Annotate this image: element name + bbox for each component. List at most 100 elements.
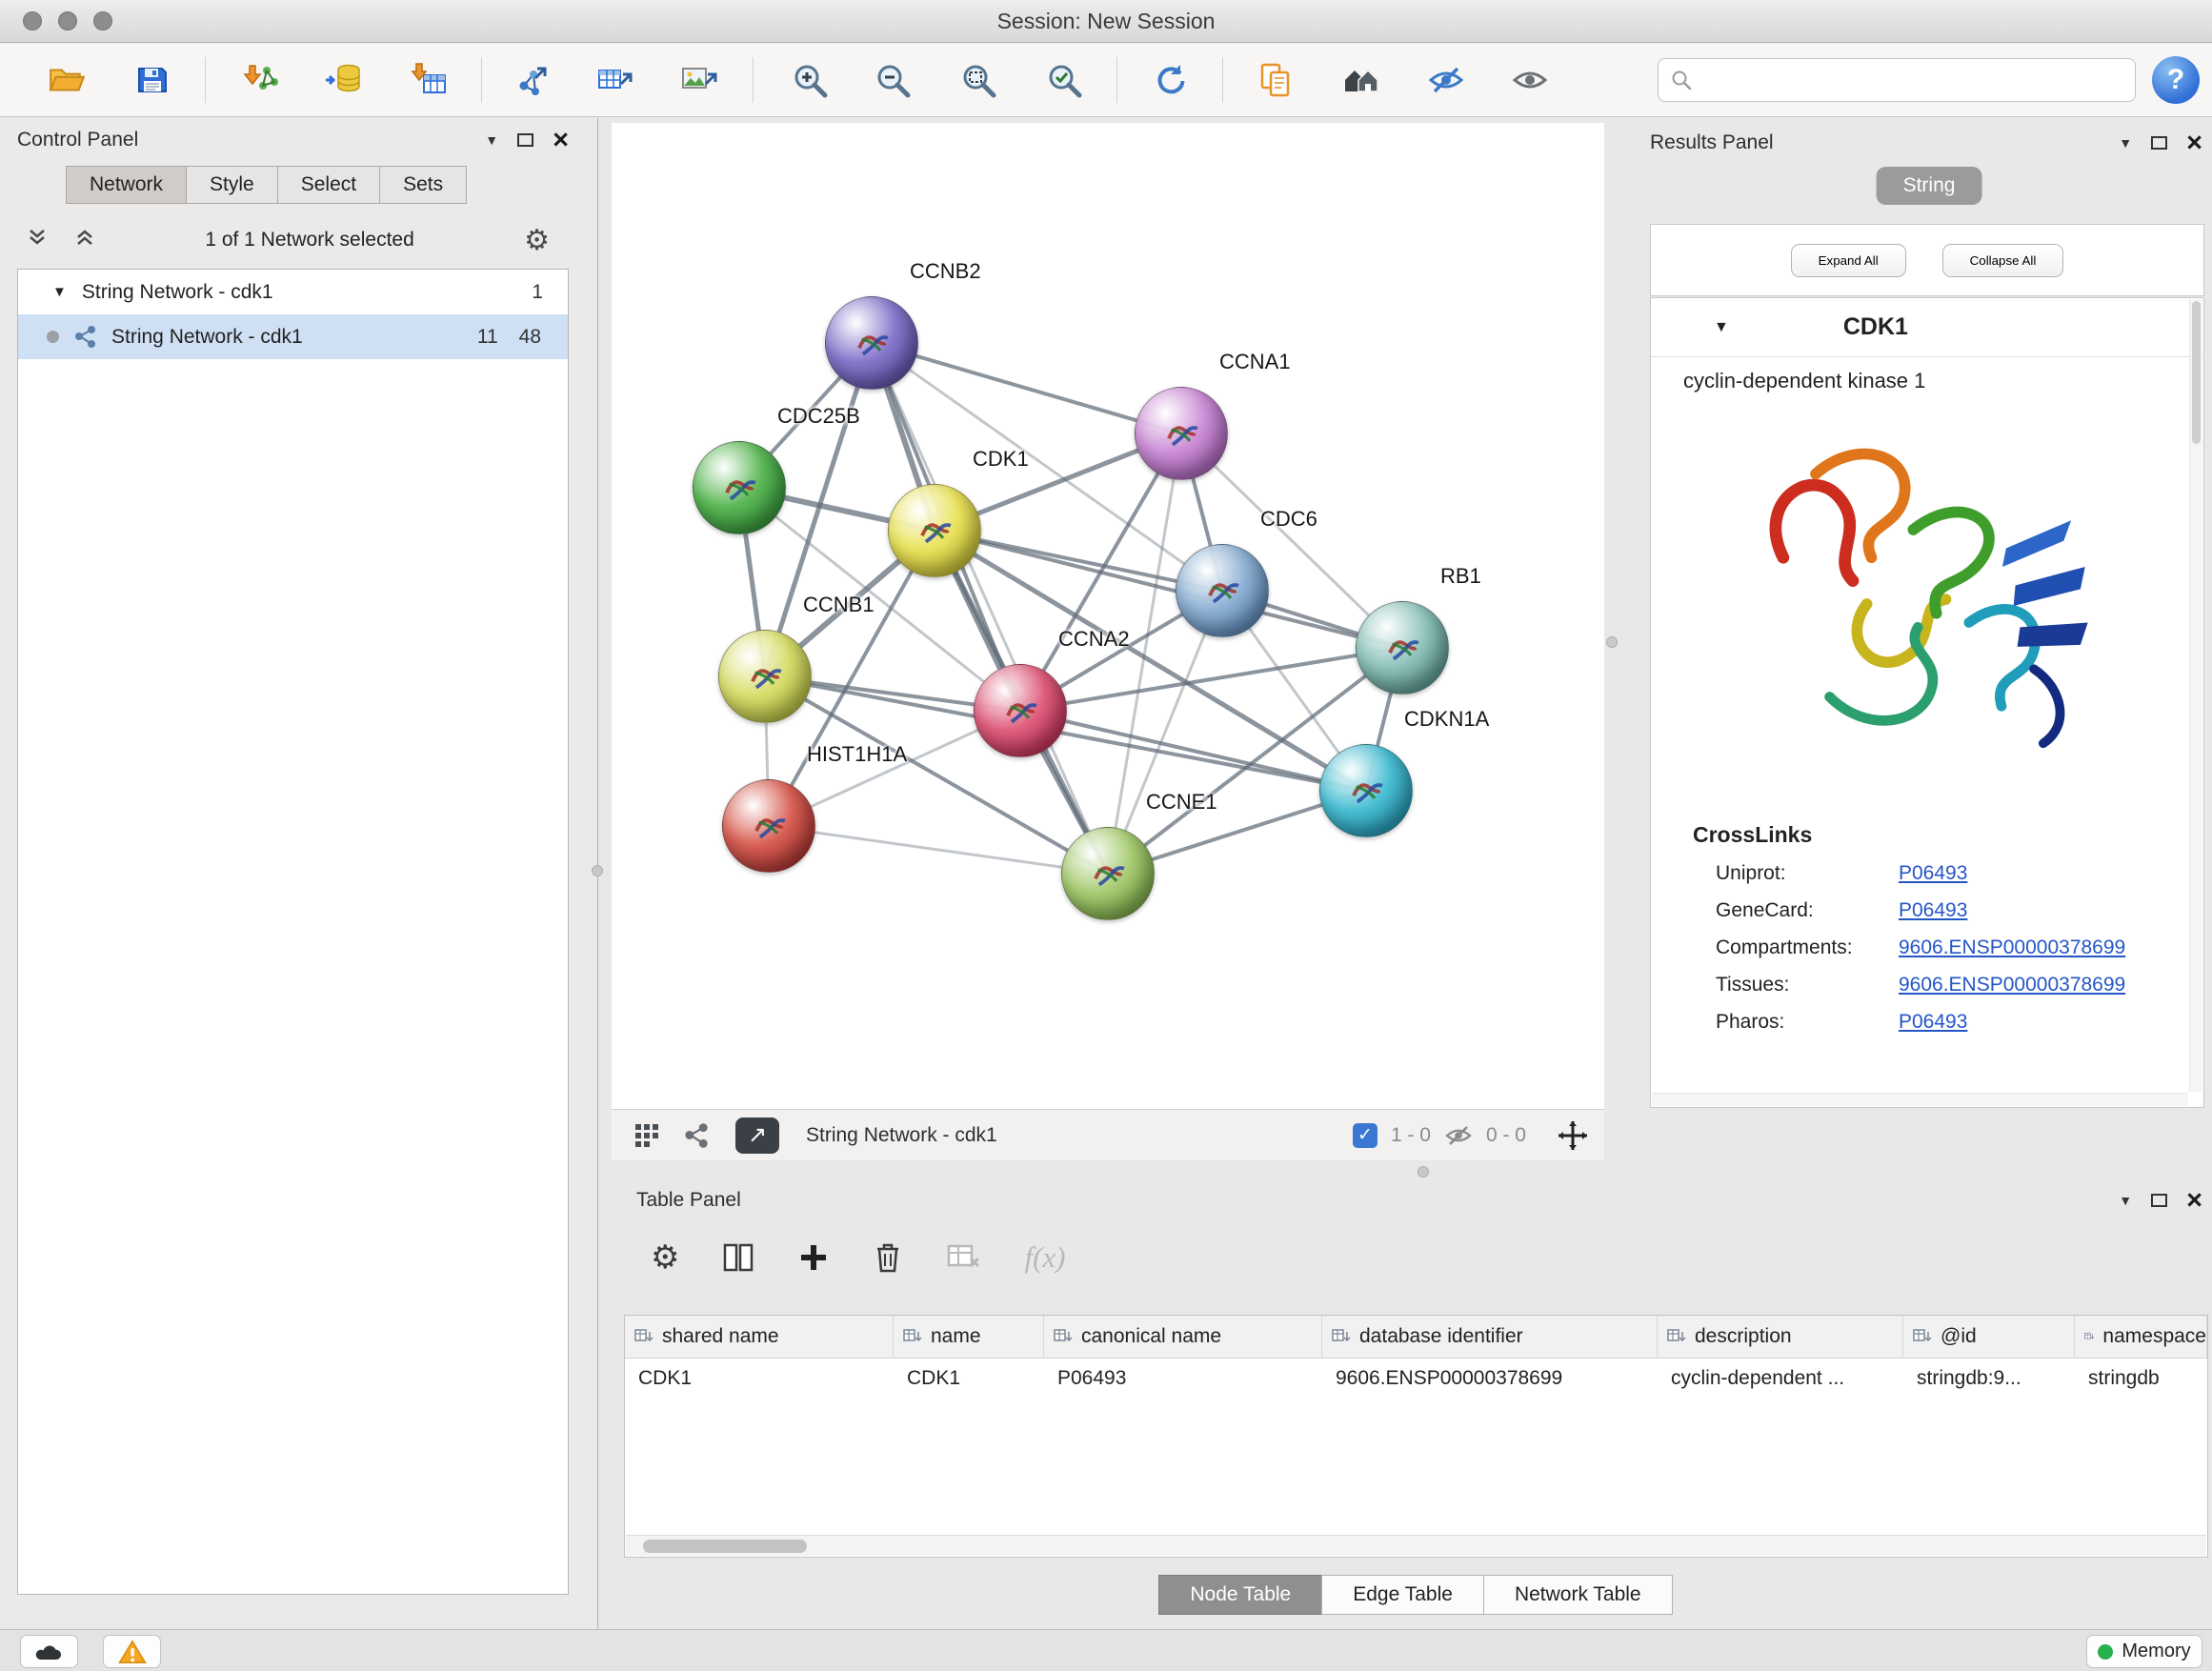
- node-count: 11: [477, 326, 498, 349]
- crosslink-genecard[interactable]: P06493: [1899, 899, 1967, 922]
- collapse-all-button[interactable]: Collapse All: [1942, 244, 2064, 277]
- panel-float-icon[interactable]: [517, 133, 533, 147]
- crosslink-tissues[interactable]: 9606.ENSP00000378699: [1899, 974, 2125, 997]
- show-columns-icon[interactable]: [721, 1240, 755, 1275]
- network-node-CCNB2[interactable]: [825, 296, 918, 390]
- panel-close-icon[interactable]: ×: [2186, 133, 2202, 152]
- network-node-HIST1H1A[interactable]: [722, 779, 815, 873]
- network-node-CDKN1A[interactable]: [1319, 744, 1413, 837]
- import-network-file-button[interactable]: [235, 54, 287, 106]
- network-node-CDC6[interactable]: [1176, 544, 1269, 637]
- network-collection-row[interactable]: ▼ String Network - cdk1 1: [18, 270, 568, 314]
- cell-description[interactable]: cyclin-dependent ...: [1658, 1359, 1903, 1399]
- zoom-fit-button[interactable]: [953, 54, 1004, 106]
- cell-canonical-name[interactable]: P06493: [1044, 1359, 1322, 1399]
- column-header-description[interactable]: description: [1658, 1316, 1903, 1358]
- hidden-eye-slash-icon[interactable]: [1444, 1124, 1473, 1147]
- network-overview-icon[interactable]: [682, 1121, 711, 1150]
- tab-string[interactable]: String: [1877, 167, 1982, 205]
- collapse-all-icon[interactable]: [27, 227, 48, 253]
- show-all-button[interactable]: [1504, 54, 1556, 106]
- tab-edge-table[interactable]: Edge Table: [1321, 1575, 1484, 1615]
- panel-menu-icon[interactable]: ▼: [2119, 135, 2132, 151]
- network-options-gear-icon[interactable]: ⚙: [524, 224, 550, 257]
- network-node-RB1[interactable]: [1356, 601, 1449, 695]
- tab-network[interactable]: Network: [66, 166, 187, 204]
- protein-expander-icon[interactable]: ▼: [1714, 319, 1729, 336]
- home-button[interactable]: [1336, 54, 1387, 106]
- zoom-in-button[interactable]: [784, 54, 835, 106]
- vertical-splitter-grip[interactable]: [1606, 636, 1618, 648]
- import-table-button[interactable]: [403, 54, 454, 106]
- network-node-CCNA1[interactable]: [1135, 387, 1228, 480]
- cell-id[interactable]: stringdb:9...: [1903, 1359, 2075, 1399]
- tab-sets[interactable]: Sets: [379, 166, 467, 204]
- panel-menu-icon[interactable]: ▼: [485, 132, 498, 148]
- network-row-selected[interactable]: String Network - cdk1 11 48: [18, 314, 568, 359]
- open-in-window-button[interactable]: ↗: [735, 1117, 779, 1154]
- panel-menu-icon[interactable]: ▼: [2119, 1193, 2132, 1208]
- column-sort-icon: [1667, 1328, 1686, 1345]
- horizontal-splitter-grip[interactable]: [1418, 1166, 1429, 1178]
- open-session-button[interactable]: [41, 54, 92, 106]
- export-table-button[interactable]: [589, 54, 640, 106]
- copy-button[interactable]: [1250, 54, 1301, 106]
- panel-close-icon[interactable]: ×: [2186, 1191, 2202, 1210]
- import-network-database-button[interactable]: [317, 54, 369, 106]
- zoom-selected-button[interactable]: [1038, 54, 1090, 106]
- panel-float-icon[interactable]: [2151, 136, 2167, 150]
- grid-icon[interactable]: [633, 1121, 661, 1150]
- column-header-id[interactable]: @id: [1903, 1316, 2075, 1358]
- vertical-splitter-grip[interactable]: [592, 865, 603, 876]
- column-header-name[interactable]: name: [894, 1316, 1044, 1358]
- crosslink-pharos[interactable]: P06493: [1899, 1011, 1967, 1034]
- network-node-CDK1[interactable]: [888, 484, 981, 577]
- column-header-shared-name[interactable]: shared name: [625, 1316, 894, 1358]
- zoom-out-button[interactable]: [867, 54, 918, 106]
- network-node-CDC25B[interactable]: [693, 441, 786, 534]
- expand-all-button[interactable]: Expand All: [1791, 244, 1906, 277]
- table-horizontal-scrollbar[interactable]: [626, 1535, 2206, 1556]
- selected-checkbox-icon[interactable]: ✓: [1353, 1123, 1377, 1148]
- tab-node-table[interactable]: Node Table: [1158, 1575, 1322, 1615]
- collection-expander-icon[interactable]: ▼: [52, 284, 67, 300]
- table-options-gear-icon[interactable]: ⚙: [651, 1238, 679, 1277]
- network-node-CCNA2[interactable]: [974, 664, 1067, 757]
- cell-database-identifier[interactable]: 9606.ENSP00000378699: [1322, 1359, 1658, 1399]
- network-node-CCNE1[interactable]: [1061, 827, 1155, 920]
- column-header-namespace[interactable]: namespace: [2075, 1316, 2207, 1358]
- warnings-button[interactable]: [103, 1635, 161, 1668]
- crosslink-uniprot[interactable]: P06493: [1899, 862, 1967, 885]
- panel-close-icon[interactable]: ×: [553, 131, 569, 150]
- tab-select[interactable]: Select: [277, 166, 380, 204]
- column-header-database-identifier[interactable]: database identifier: [1322, 1316, 1658, 1358]
- panel-float-icon[interactable]: [2151, 1194, 2167, 1207]
- add-column-icon[interactable]: [797, 1241, 830, 1274]
- save-session-button[interactable]: [127, 54, 178, 106]
- tab-network-table[interactable]: Network Table: [1483, 1575, 1673, 1615]
- cell-name[interactable]: CDK1: [894, 1359, 1044, 1399]
- table-row[interactable]: CDK1 CDK1 P06493 9606.ENSP00000378699 cy…: [625, 1359, 2207, 1399]
- column-header-canonical-name[interactable]: canonical name: [1044, 1316, 1322, 1358]
- hide-selected-button[interactable]: [1420, 54, 1472, 106]
- export-network-button[interactable]: [506, 54, 557, 106]
- delete-column-icon[interactable]: [872, 1240, 904, 1275]
- tab-style[interactable]: Style: [186, 166, 278, 204]
- export-image-button[interactable]: [673, 54, 724, 106]
- search-input[interactable]: [1702, 70, 2123, 91]
- refresh-view-button[interactable]: [1144, 54, 1196, 106]
- help-button[interactable]: ?: [2152, 56, 2200, 104]
- cell-shared-name[interactable]: CDK1: [625, 1359, 894, 1399]
- cell-namespace[interactable]: stringdb: [2075, 1359, 2207, 1399]
- cloud-status-button[interactable]: [20, 1635, 78, 1668]
- network-edges-layer[interactable]: [612, 123, 1604, 1109]
- pan-crosshair-icon[interactable]: [1557, 1119, 1589, 1152]
- network-node-CCNB1[interactable]: [718, 630, 812, 723]
- network-canvas[interactable]: CCNB2CCNA1CDC25BCDK1CDC6RB1CCNB1CCNA2CDK…: [612, 123, 1604, 1109]
- memory-button[interactable]: Memory: [2086, 1635, 2202, 1668]
- results-horizontal-scrollbar[interactable]: [1652, 1093, 2188, 1106]
- crosslink-compartments[interactable]: 9606.ENSP00000378699: [1899, 936, 2125, 959]
- results-vertical-scrollbar[interactable]: [2189, 299, 2202, 1092]
- copy-documents-icon: [1257, 61, 1295, 99]
- expand-all-icon[interactable]: [74, 227, 95, 253]
